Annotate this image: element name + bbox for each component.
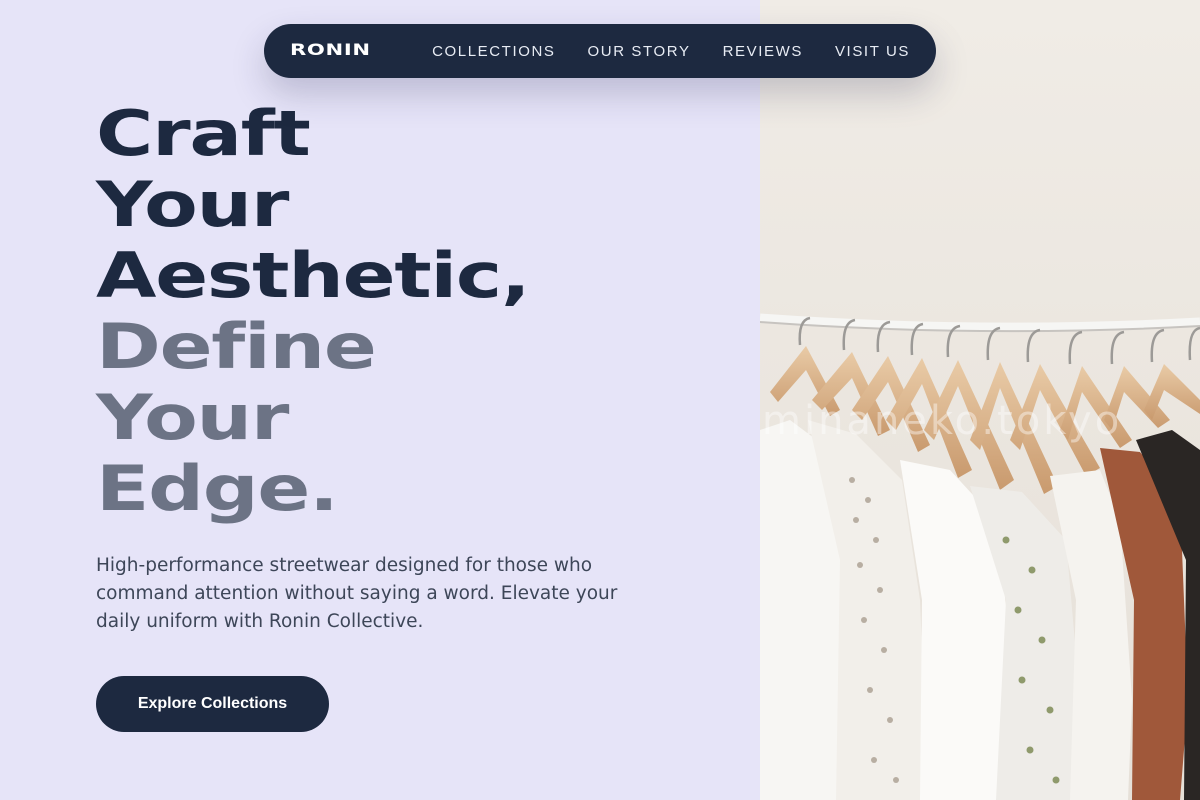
hero-headline: Craft Your Aesthetic, Define Your Edge. — [96, 98, 736, 524]
hero-subtext: High-performance streetwear designed for… — [96, 555, 618, 632]
image-watermark: minaneko.tokyo — [762, 398, 1123, 444]
nav-link-reviews[interactable]: REVIEWS — [723, 43, 803, 60]
nav-link-collections[interactable]: COLLECTIONS — [432, 43, 555, 60]
hero-left-pane: Craft Your Aesthetic, Define Your Edge. … — [0, 0, 760, 800]
hero-image: minaneko.tokyo — [760, 0, 1200, 800]
nav-link-our-story[interactable]: OUR STORY — [588, 43, 691, 60]
nav-link-visit-us[interactable]: VISIT US — [835, 43, 910, 60]
brand-logo[interactable]: RONIN — [290, 38, 371, 62]
top-navbar: RONIN COLLECTIONS OUR STORY REVIEWS VISI… — [264, 24, 936, 78]
nav-links: COLLECTIONS OUR STORY REVIEWS VISIT US — [432, 24, 910, 78]
explore-collections-button[interactable]: Explore Collections — [96, 676, 329, 732]
